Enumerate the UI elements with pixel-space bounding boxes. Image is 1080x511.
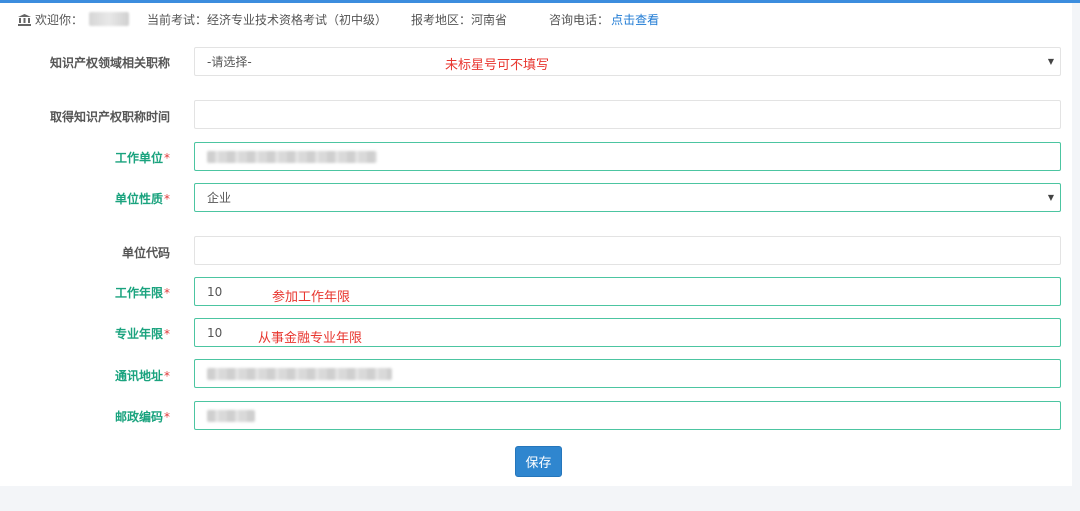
field-label: 通讯地址*: [114, 369, 170, 383]
ip-time-input[interactable]: [194, 100, 1061, 129]
annotation-note: 参加工作年限: [272, 290, 351, 305]
annotation-note: 从事金融专业年限: [258, 331, 363, 346]
redacted-value: [207, 367, 392, 380]
info-bar: 欢迎你： 当前考试：经济专业技术资格考试（初中级） 报考地区：河南省 咨询电话：…: [0, 3, 1080, 35]
phone-label: 咨询电话：: [549, 12, 610, 27]
field-label: 邮政编码*: [114, 410, 170, 424]
postcode-input[interactable]: [194, 401, 1061, 430]
field-label: 单位代码: [121, 246, 170, 260]
chevron-down-icon: ▼: [1047, 57, 1054, 66]
chevron-down-icon: ▼: [1047, 193, 1054, 202]
current-exam: 当前考试：经济专业技术资格考试（初中级）: [147, 12, 388, 27]
address-input[interactable]: [194, 359, 1061, 388]
unit-code-input[interactable]: [194, 236, 1061, 265]
field-label: 工作单位*: [114, 151, 170, 165]
redacted-value: [207, 150, 377, 163]
phone-link[interactable]: 点击查看: [611, 11, 659, 28]
bank-icon: [18, 14, 31, 26]
input-value: 10: [207, 325, 223, 340]
annotation-note: 未标星号可不填写: [445, 58, 550, 73]
ip-title-select[interactable]: -请选择- ▼: [194, 47, 1061, 76]
welcome-label: 欢迎你：: [35, 12, 84, 27]
save-button[interactable]: 保存: [515, 446, 562, 477]
select-value: 企业: [207, 191, 232, 205]
user-name-redacted: [89, 12, 130, 26]
field-label: 专业年限*: [114, 327, 170, 341]
exam-region: 报考地区：河南省: [411, 12, 508, 27]
input-value: 10: [207, 284, 223, 299]
field-label: 单位性质*: [114, 192, 170, 206]
work-unit-input[interactable]: [194, 142, 1061, 171]
unit-nature-select[interactable]: 企业 ▼: [194, 183, 1061, 212]
field-label: 知识产权领域相关职称: [49, 56, 170, 70]
field-label: 工作年限*: [114, 286, 170, 300]
field-label: 取得知识产权职称时间: [49, 110, 170, 124]
redacted-value: [207, 409, 255, 422]
select-value: -请选择-: [207, 55, 252, 69]
